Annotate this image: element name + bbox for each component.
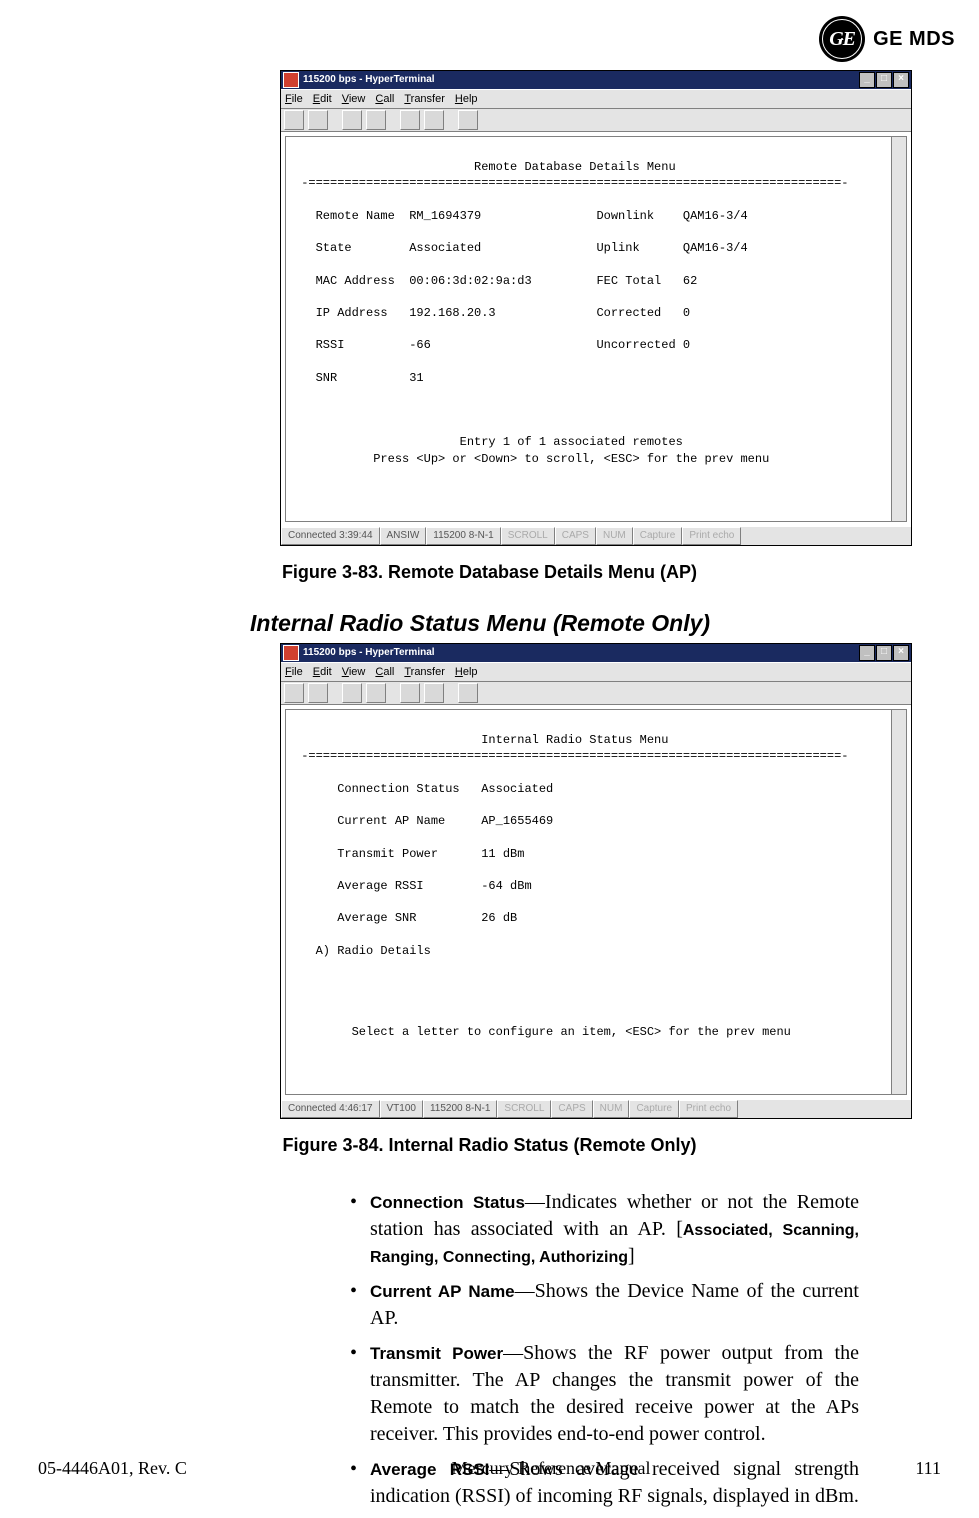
- toolbar-button[interactable]: [342, 110, 362, 130]
- menu-view[interactable]: View: [342, 90, 366, 108]
- toolbar: [281, 109, 911, 132]
- statusbar: Connected 4:46:17 VT100 115200 8-N-1 SCR…: [281, 1099, 911, 1118]
- menu-file[interactable]: File: [285, 90, 303, 108]
- titlebar: 115200 bps - HyperTerminal _ □ ×: [281, 644, 911, 662]
- section-title: Internal Radio Status Menu (Remote Only): [250, 610, 929, 638]
- footer-center: Mercury Reference Manual: [187, 1459, 916, 1477]
- brand-text: GE MDS: [873, 29, 955, 49]
- terminal-output: Internal Radio Status Menu -============…: [285, 709, 907, 1095]
- toolbar-button[interactable]: [424, 110, 444, 130]
- toolbar-button[interactable]: [400, 110, 420, 130]
- menubar: File Edit View Call Transfer Help: [281, 662, 911, 682]
- status-num: NUM: [593, 1100, 630, 1118]
- status-scroll: SCROLL: [501, 527, 555, 545]
- status-emulation: ANSIW: [380, 527, 427, 545]
- hyperterminal-window-1: 115200 bps - HyperTerminal _ □ × File Ed…: [280, 70, 912, 546]
- toolbar: [281, 682, 911, 705]
- window-title: 115200 bps - HyperTerminal: [303, 644, 435, 662]
- menu-help[interactable]: Help: [455, 90, 478, 108]
- status-caps: CAPS: [555, 527, 596, 545]
- menu-call[interactable]: Call: [375, 90, 394, 108]
- scrollbar[interactable]: [891, 710, 906, 1094]
- minimize-icon[interactable]: _: [859, 645, 875, 661]
- figure-caption-1: Figure 3-83. Remote Database Details Men…: [50, 560, 929, 585]
- toolbar-button[interactable]: [342, 683, 362, 703]
- figure-caption-2: Figure 3-84. Internal Radio Status (Remo…: [50, 1133, 929, 1158]
- status-num: NUM: [596, 527, 633, 545]
- status-capture: Capture: [633, 527, 683, 545]
- bullet-term: Connection Status: [370, 1193, 525, 1212]
- bullet-tail: ]: [628, 1245, 635, 1267]
- menu-help[interactable]: Help: [455, 663, 478, 681]
- ge-badge-icon: GE: [819, 16, 865, 62]
- app-icon: [283, 645, 299, 661]
- status-capture: Capture: [629, 1100, 679, 1118]
- app-icon: [283, 72, 299, 88]
- toolbar-button[interactable]: [308, 683, 328, 703]
- status-port: 115200 8-N-1: [426, 527, 500, 545]
- menu-file[interactable]: File: [285, 663, 303, 681]
- toolbar-button[interactable]: [366, 110, 386, 130]
- toolbar-button[interactable]: [458, 110, 478, 130]
- brand-logo: GE GE MDS: [819, 16, 955, 62]
- status-emulation: VT100: [380, 1100, 423, 1118]
- bullet-item: Transmit Power—Shows the RF power output…: [370, 1340, 859, 1448]
- footer-right: 111: [915, 1459, 941, 1477]
- toolbar-button[interactable]: [458, 683, 478, 703]
- menu-edit[interactable]: Edit: [313, 663, 332, 681]
- status-port: 115200 8-N-1: [423, 1100, 497, 1118]
- bullet-item: Current AP Name—Shows the Device Name of…: [370, 1278, 859, 1332]
- statusbar: Connected 3:39:44 ANSIW 115200 8-N-1 SCR…: [281, 526, 911, 545]
- bullet-term: Transmit Power: [370, 1344, 503, 1363]
- toolbar-button[interactable]: [308, 110, 328, 130]
- titlebar: 115200 bps - HyperTerminal _ □ ×: [281, 71, 911, 89]
- window-title: 115200 bps - HyperTerminal: [303, 71, 435, 89]
- menu-view[interactable]: View: [342, 663, 366, 681]
- status-printecho: Print echo: [679, 1100, 738, 1118]
- maximize-icon[interactable]: □: [876, 72, 892, 88]
- menu-transfer[interactable]: Transfer: [404, 663, 445, 681]
- menubar: File Edit View Call Transfer Help: [281, 89, 911, 109]
- toolbar-button[interactable]: [284, 683, 304, 703]
- footer-left: 05-4446A01, Rev. C: [38, 1459, 187, 1477]
- toolbar-button[interactable]: [424, 683, 444, 703]
- page-footer: 05-4446A01, Rev. C Mercury Reference Man…: [38, 1459, 941, 1477]
- toolbar-button[interactable]: [400, 683, 420, 703]
- status-caps: CAPS: [551, 1100, 592, 1118]
- menu-edit[interactable]: Edit: [313, 90, 332, 108]
- close-icon[interactable]: ×: [893, 72, 909, 88]
- maximize-icon[interactable]: □: [876, 645, 892, 661]
- scrollbar[interactable]: [891, 137, 906, 521]
- status-connection: Connected 3:39:44: [281, 527, 380, 545]
- bullet-item: Connection Status—Indicates whether or n…: [370, 1189, 859, 1270]
- close-icon[interactable]: ×: [893, 645, 909, 661]
- status-printecho: Print echo: [682, 527, 741, 545]
- toolbar-button[interactable]: [366, 683, 386, 703]
- terminal-output: Remote Database Details Menu -==========…: [285, 136, 907, 522]
- menu-call[interactable]: Call: [375, 663, 394, 681]
- status-connection: Connected 4:46:17: [281, 1100, 380, 1118]
- bullet-term: Current AP Name: [370, 1282, 515, 1301]
- menu-transfer[interactable]: Transfer: [404, 90, 445, 108]
- status-scroll: SCROLL: [497, 1100, 551, 1118]
- toolbar-button[interactable]: [284, 110, 304, 130]
- minimize-icon[interactable]: _: [859, 72, 875, 88]
- hyperterminal-window-2: 115200 bps - HyperTerminal _ □ × File Ed…: [280, 643, 912, 1119]
